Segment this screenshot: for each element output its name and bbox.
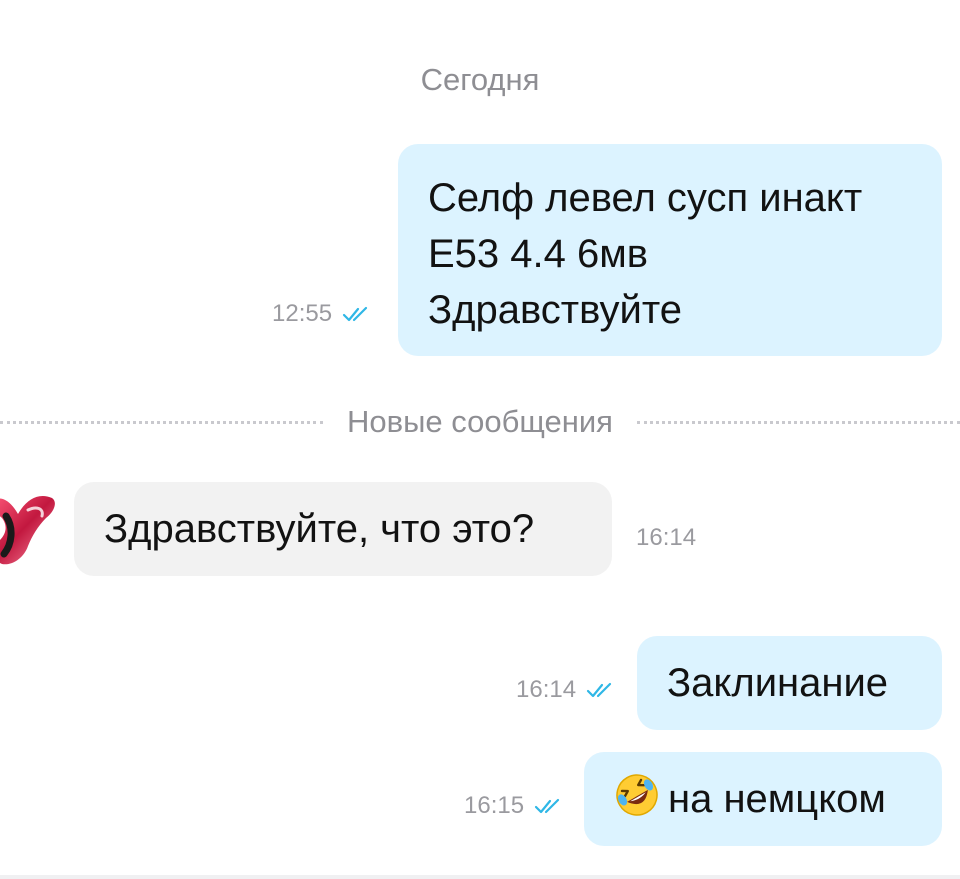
message-text: Заклинание — [667, 661, 889, 705]
message-text-line: Селф левел сусп инакт — [428, 176, 863, 220]
message-bubble-incoming[interactable]: Здравствуйте, что это? — [74, 482, 612, 576]
separator-dots-right — [636, 420, 960, 424]
rolling-on-floor-laughing-emoji — [616, 774, 658, 816]
message-meta: 16:15 — [464, 792, 564, 820]
chat-view: Сегодня 12:55 Селф левел сусп инакт E53 … — [0, 0, 960, 879]
message-bubble-outgoing[interactable]: Заклинание — [637, 636, 942, 730]
message-meta: 16:14 — [636, 524, 696, 552]
message-text: Здравствуйте, что это? — [104, 507, 535, 551]
message-text: на немцком — [668, 777, 886, 821]
date-separator: Сегодня — [420, 62, 540, 97]
new-messages-separator: Новые сообщения — [0, 400, 960, 444]
message-bubble-outgoing[interactable]: Селф левел сусп инакт E53 4.4 6мв Здравс… — [398, 144, 942, 356]
separator-dots-left — [0, 420, 324, 424]
message-text-line: E53 4.4 6мв — [428, 232, 648, 276]
message-meta: 12:55 — [272, 300, 372, 328]
message-bubble-outgoing[interactable]: на немцком — [584, 752, 942, 846]
message-text-line: Здравствуйте — [428, 288, 682, 332]
message-time: 12:55 — [272, 300, 333, 327]
double-check-icon — [534, 798, 560, 814]
bottom-divider — [0, 875, 960, 879]
double-check-icon — [342, 306, 368, 322]
new-messages-label: Новые сообщения — [347, 404, 613, 439]
message-meta: 16:14 — [516, 676, 616, 704]
user-avatar[interactable] — [0, 488, 62, 568]
message-time: 16:14 — [636, 524, 697, 551]
message-time: 16:15 — [464, 792, 525, 819]
message-time: 16:14 — [516, 676, 577, 703]
double-check-icon — [586, 682, 612, 698]
